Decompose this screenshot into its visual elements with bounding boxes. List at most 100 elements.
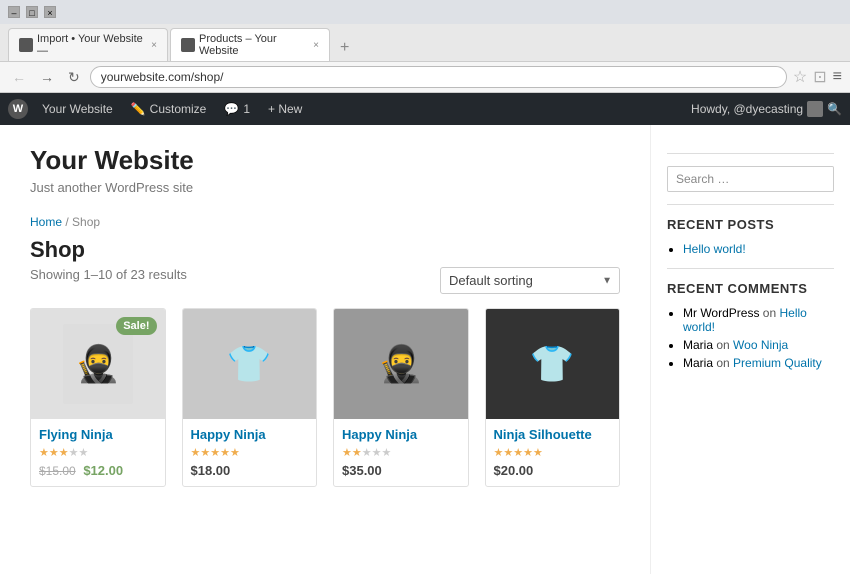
tab-favicon: [19, 38, 33, 52]
price-1: $18.00: [191, 463, 231, 478]
product-name-2[interactable]: Happy Ninja: [342, 427, 460, 442]
howdy-text: Howdy, @dyecasting: [691, 102, 803, 116]
product-name-3[interactable]: Ninja Silhouette: [494, 427, 612, 442]
address-input[interactable]: [90, 66, 787, 88]
comments-count: 1: [243, 102, 250, 116]
tab-favicon-active: [181, 38, 195, 52]
wp-logo[interactable]: W: [8, 99, 28, 119]
product-image-2: 🥷: [334, 309, 468, 419]
product-name-0[interactable]: Flying Ninja: [39, 427, 157, 442]
star-2: ★: [503, 447, 513, 459]
comment-on-2: on: [716, 356, 733, 370]
product-thumbnail-3: 👕: [517, 324, 587, 404]
admin-comments[interactable]: 💬 1: [216, 93, 258, 125]
recent-post-link-0[interactable]: Hello world!: [683, 242, 746, 256]
product-thumbnail-0: 🥷: [63, 324, 133, 404]
breadcrumb: Home / Shop: [30, 215, 620, 229]
tab-label: Import • Your Website —: [37, 33, 143, 57]
sidebar-divider-1: [667, 204, 834, 205]
customize-label: Customize: [150, 102, 207, 116]
sidebar-divider-top: [667, 153, 834, 154]
comment-author-2: Maria: [683, 356, 713, 370]
extension-icon[interactable]: ⊡: [813, 67, 826, 87]
price-old-0: $15.00: [39, 464, 76, 478]
product-card-0: 🥷 Sale! Flying Ninja ★★★★★ $15.00 $12.00: [30, 308, 166, 487]
star-5: ★: [533, 447, 543, 459]
product-name-1[interactable]: Happy Ninja: [191, 427, 309, 442]
back-button[interactable]: ←: [8, 67, 30, 87]
product-info-0: Flying Ninja ★★★★★ $15.00 $12.00: [31, 419, 165, 486]
admin-customize[interactable]: ✏️ Customize: [123, 93, 215, 125]
minimize-button[interactable]: –: [8, 6, 20, 18]
window-controls: – □ ×: [8, 6, 56, 18]
price-3: $20.00: [494, 463, 534, 478]
showing-text: Showing 1–10 of 23 results: [30, 267, 187, 282]
products-grid: 🥷 Sale! Flying Ninja ★★★★★ $15.00 $12.00: [30, 308, 620, 487]
search-widget: 🔍: [667, 166, 834, 192]
breadcrumb-current: Shop: [72, 215, 100, 229]
product-image-1: 👕: [183, 309, 317, 419]
sort-select[interactable]: Default sorting Sort by popularity Sort …: [440, 267, 620, 294]
user-avatar[interactable]: [807, 101, 823, 117]
sidebar: 🔍 RECENT POSTS Hello world! RECENT COMME…: [650, 125, 850, 574]
recent-comment-0: Mr WordPress on Hello world!: [683, 306, 834, 334]
product-card-3: 👕 Ninja Silhouette ★★★★★ $20.00: [485, 308, 621, 487]
tab-import[interactable]: Import • Your Website — ×: [8, 28, 168, 61]
product-stars-0: ★★★★★: [39, 446, 157, 459]
product-info-2: Happy Ninja ★★★★★ $35.00: [334, 419, 468, 486]
comments-icon: 💬: [224, 102, 239, 116]
product-price-2: $35.00: [342, 463, 460, 478]
title-bar: – □ ×: [0, 0, 850, 24]
product-price-3: $20.00: [494, 463, 612, 478]
customize-icon: ✏️: [131, 102, 146, 116]
star-5: ★: [79, 447, 89, 459]
main-content: Your Website Just another WordPress site…: [0, 125, 650, 574]
maximize-button[interactable]: □: [26, 6, 38, 18]
recent-posts-title: RECENT POSTS: [667, 217, 834, 232]
tab-close-products[interactable]: ×: [313, 40, 319, 51]
product-thumbnail-1: 👕: [214, 324, 284, 404]
star-1: ★: [494, 447, 504, 459]
product-thumbnail-2: 🥷: [366, 324, 436, 404]
star-3: ★: [59, 447, 69, 459]
tab-products[interactable]: Products – Your Website ×: [170, 28, 330, 61]
product-card-1: 👕 Happy Ninja ★★★★★ $18.00: [182, 308, 318, 487]
shop-toolbar: Showing 1–10 of 23 results Default sorti…: [30, 267, 620, 294]
star-4: ★: [372, 447, 382, 459]
product-card-2: 🥷 Happy Ninja ★★★★★ $35.00: [333, 308, 469, 487]
close-button[interactable]: ×: [44, 6, 56, 18]
menu-icon[interactable]: ≡: [833, 68, 842, 86]
new-tab-button[interactable]: +: [332, 35, 357, 61]
address-bar: ← → ↻ ☆ ⊡ ≡: [0, 61, 850, 92]
breadcrumb-home[interactable]: Home: [30, 215, 62, 229]
admin-new[interactable]: + New: [260, 93, 310, 125]
comment-post-link-1[interactable]: Woo Ninja: [733, 338, 788, 352]
forward-button[interactable]: →: [36, 67, 58, 87]
star-5: ★: [382, 447, 392, 459]
site-title: Your Website: [30, 145, 620, 176]
tab-bar: Import • Your Website — × Products – You…: [0, 24, 850, 61]
comment-author-1: Maria: [683, 338, 713, 352]
admin-site-name[interactable]: Your Website: [34, 93, 121, 125]
search-input[interactable]: [668, 167, 834, 191]
search-icon-admin[interactable]: 🔍: [827, 102, 842, 116]
product-info-1: Happy Ninja ★★★★★ $18.00: [183, 419, 317, 486]
star-4: ★: [523, 447, 533, 459]
star-3: ★: [513, 447, 523, 459]
comment-post-link-2[interactable]: Premium Quality: [733, 356, 822, 370]
refresh-button[interactable]: ↻: [64, 67, 84, 88]
sidebar-divider-2: [667, 268, 834, 269]
star-4: ★: [69, 447, 79, 459]
site-tagline: Just another WordPress site: [30, 180, 620, 195]
comment-on-0: on: [763, 306, 780, 320]
star-2: ★: [49, 447, 59, 459]
product-image-0: 🥷 Sale!: [31, 309, 165, 419]
product-info-3: Ninja Silhouette ★★★★★ $20.00: [486, 419, 620, 486]
recent-comments-list: Mr WordPress on Hello world! Maria on Wo…: [667, 306, 834, 370]
recent-comment-2: Maria on Premium Quality: [683, 356, 834, 370]
sort-wrapper: Default sorting Sort by popularity Sort …: [440, 267, 620, 294]
product-price-0: $15.00 $12.00: [39, 463, 157, 478]
star-1: ★: [39, 447, 49, 459]
bookmark-icon[interactable]: ☆: [793, 67, 807, 87]
tab-close-import[interactable]: ×: [151, 40, 157, 51]
